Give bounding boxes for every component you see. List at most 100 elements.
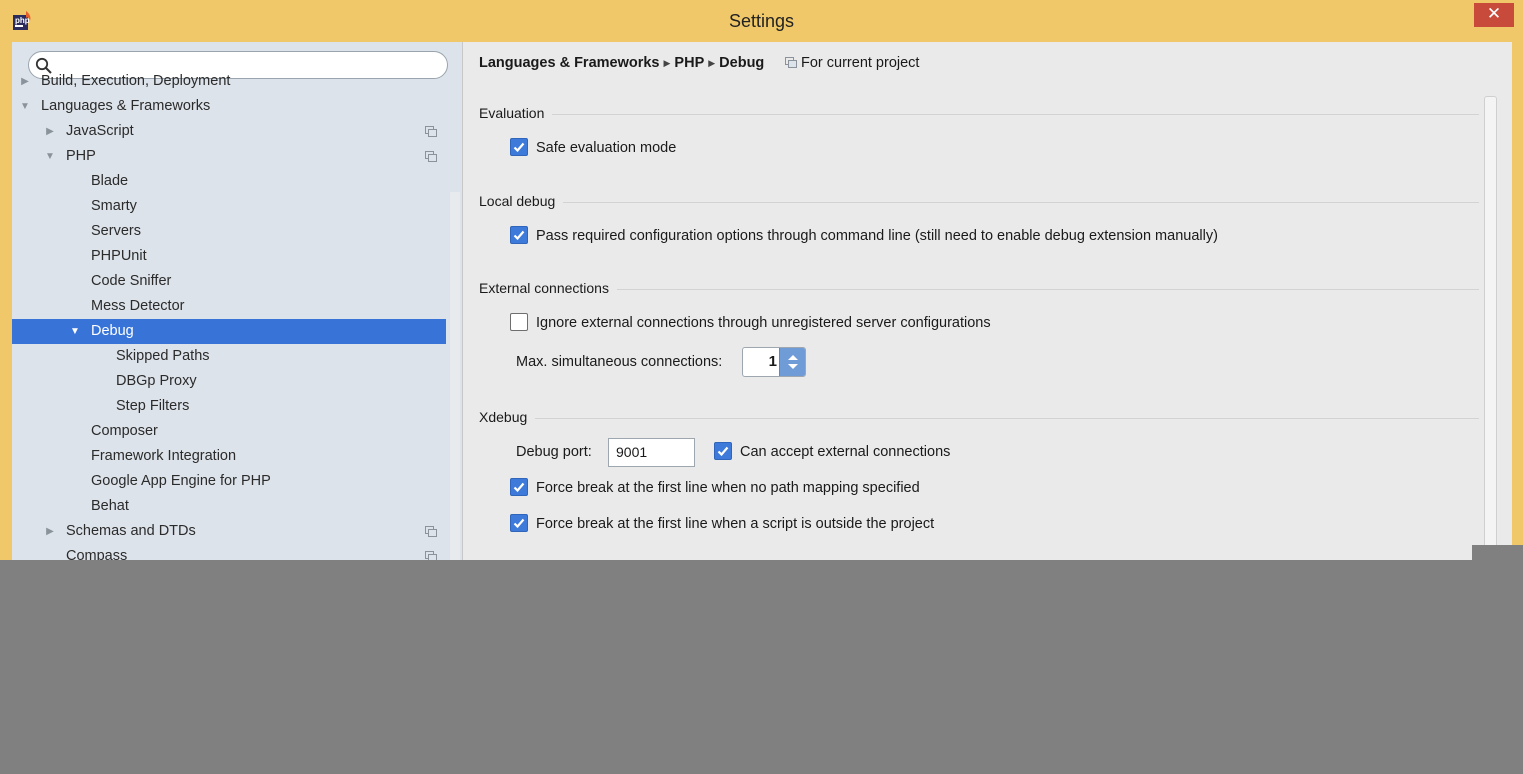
expand-arrow-down-icon[interactable]: ▼ [68,319,82,344]
accept-external-checkbox[interactable]: Can accept external connections [714,442,950,464]
checkbox-icon[interactable] [510,514,528,533]
sidebar-item-label: PHPUnit [91,248,147,264]
sidebar-item-compass[interactable]: Compass [12,544,446,560]
checkbox-icon[interactable] [510,226,528,245]
sidebar-item-label: Blade [91,173,129,189]
scope-indicator: For current project [785,55,919,71]
sidebar-item-label: Code Sniffer [91,273,172,289]
section-divider [479,202,1479,203]
settings-window: php Settings ✕ ▶ Build, Execution, Deploy… [0,0,1523,560]
breadcrumb-part: Languages & Frameworks [479,55,660,71]
checkbox-label: Pass required configuration options thro… [536,228,1218,244]
scope-label: For current project [801,55,920,71]
breadcrumb-part: PHP [674,55,705,71]
breadcrumb: Languages & Frameworks ▶ PHP ▶ Debug [479,55,764,71]
expand-arrow-right-icon[interactable]: ▶ [18,69,32,94]
sidebar-item-label: Servers [91,223,141,239]
sidebar-item-behat[interactable]: Behat [12,494,446,519]
sidebar-item-skipped-paths[interactable]: Skipped Paths [12,344,446,369]
sidebar-item-framework-integration[interactable]: Framework Integration [12,444,446,469]
project-scope-icon [785,57,797,68]
checkbox-label: Force break at the first line when no pa… [536,480,920,496]
checkbox-icon[interactable] [510,138,528,157]
title-bar[interactable]: php Settings ✕ [0,0,1523,42]
section-divider [479,114,1479,115]
checkbox-label: Safe evaluation mode [536,140,677,156]
expand-arrow-down-icon[interactable]: ▼ [18,94,32,119]
sidebar-item-label: Debug [91,323,134,339]
sidebar-item-label: Smarty [91,198,137,214]
debug-port-label: Debug port: [516,444,592,460]
max-connections-spinner[interactable]: 1 [742,347,806,377]
sidebar-item-label: Skipped Paths [116,348,210,364]
sidebar-item-label: Build, Execution, Deployment [41,73,231,89]
checkbox-icon[interactable] [510,313,528,332]
content-scrollbar[interactable] [1484,96,1497,560]
sidebar-item-label: Framework Integration [91,448,237,464]
project-scope-icon [425,151,437,162]
section-xdebug: Xdebug [479,409,1479,427]
sidebar-item-code-sniffer[interactable]: Code Sniffer [12,269,446,294]
sidebar-item-build-execution-deployment[interactable]: ▶ Build, Execution, Deployment [12,69,446,94]
spinner-arrows-icon [788,355,798,369]
expand-arrow-down-icon[interactable]: ▼ [43,144,57,169]
force-break-outside-checkbox[interactable]: Force break at the first line when a scr… [510,514,934,536]
sidebar-item-label: Compass [66,548,128,560]
sidebar-item-label: Schemas and DTDs [66,523,196,539]
close-button[interactable]: ✕ [1474,3,1514,27]
debug-port-field[interactable]: 9001 [608,438,695,467]
sidebar-item-google-app-engine-for-php[interactable]: Google App Engine for PHP [12,469,446,494]
sidebar-item-label: DBGp Proxy [116,373,197,389]
settings-content: Languages & Frameworks ▶ PHP ▶ Debug For cur… [462,42,1512,560]
sidebar-item-label: PHP [66,148,96,164]
sidebar-item-languages-frameworks[interactable]: ▼ Languages & Frameworks [12,94,446,119]
sidebar-item-blade[interactable]: Blade [12,169,446,194]
pass-config-checkbox[interactable]: Pass required configuration options thro… [510,226,1218,248]
section-external-connections: External connections [479,280,1479,298]
project-scope-icon [425,551,437,560]
settings-sidebar: ▶ Build, Execution, Deployment ▼ Languages … [12,42,462,560]
sidebar-item-step-filters[interactable]: Step Filters [12,394,446,419]
sidebar-item-label: Languages & Frameworks [41,98,211,114]
breadcrumb-arrow-icon: ▶ [663,58,671,68]
ignore-external-checkbox[interactable]: Ignore external connections through unre… [510,313,991,335]
sidebar-item-composer[interactable]: Composer [12,419,446,444]
force-break-no-mapping-checkbox[interactable]: Force break at the first line when no pa… [510,478,920,500]
sidebar-item-label: Composer [91,423,158,439]
sidebar-item-phpunit[interactable]: PHPUnit [12,244,446,269]
section-local-debug: Local debug [479,193,1479,211]
checkbox-label: Force break at the first line when a scr… [536,516,935,532]
max-connections-label: Max. simultaneous connections: [516,354,723,370]
sidebar-item-servers[interactable]: Servers [12,219,446,244]
sidebar-item-mess-detector[interactable]: Mess Detector [12,294,446,319]
spinner-buttons[interactable] [779,348,805,376]
checkbox-icon[interactable] [714,442,732,461]
sidebar-scrollbar[interactable] [450,192,460,560]
sidebar-item-label: Step Filters [116,398,190,414]
sidebar-item-dbgp-proxy[interactable]: DBGp Proxy [12,369,446,394]
expand-arrow-right-icon[interactable]: ▶ [43,519,57,544]
section-title: Evaluation [479,105,553,121]
sidebar-item-label: JavaScript [66,123,134,139]
checkbox-icon[interactable] [510,478,528,497]
sidebar-item-php[interactable]: ▼ PHP [12,144,446,169]
sidebar-item-schemas-and-dtds[interactable]: ▶ Schemas and DTDs [12,519,446,544]
section-evaluation: Evaluation [479,105,1479,123]
sidebar-item-smarty[interactable]: Smarty [12,194,446,219]
project-scope-icon [425,126,437,137]
sidebar-item-debug[interactable]: ▼ Debug [12,319,446,344]
spinner-value: 1 [768,353,777,370]
project-scope-icon [425,526,437,537]
section-divider [479,289,1479,290]
checkbox-label: Can accept external connections [740,444,951,460]
section-title: External connections [479,280,617,296]
sidebar-item-label: Google App Engine for PHP [91,473,271,489]
sidebar-item-javascript[interactable]: ▶ JavaScript [12,119,446,144]
safe-evaluation-checkbox[interactable]: Safe evaluation mode [510,138,676,160]
section-title: Local debug [479,193,564,209]
overlay-block [1472,545,1523,560]
breadcrumb-part: Debug [719,55,765,71]
sidebar-item-label: Mess Detector [91,298,185,314]
expand-arrow-right-icon[interactable]: ▶ [43,119,57,144]
section-divider [479,418,1479,419]
